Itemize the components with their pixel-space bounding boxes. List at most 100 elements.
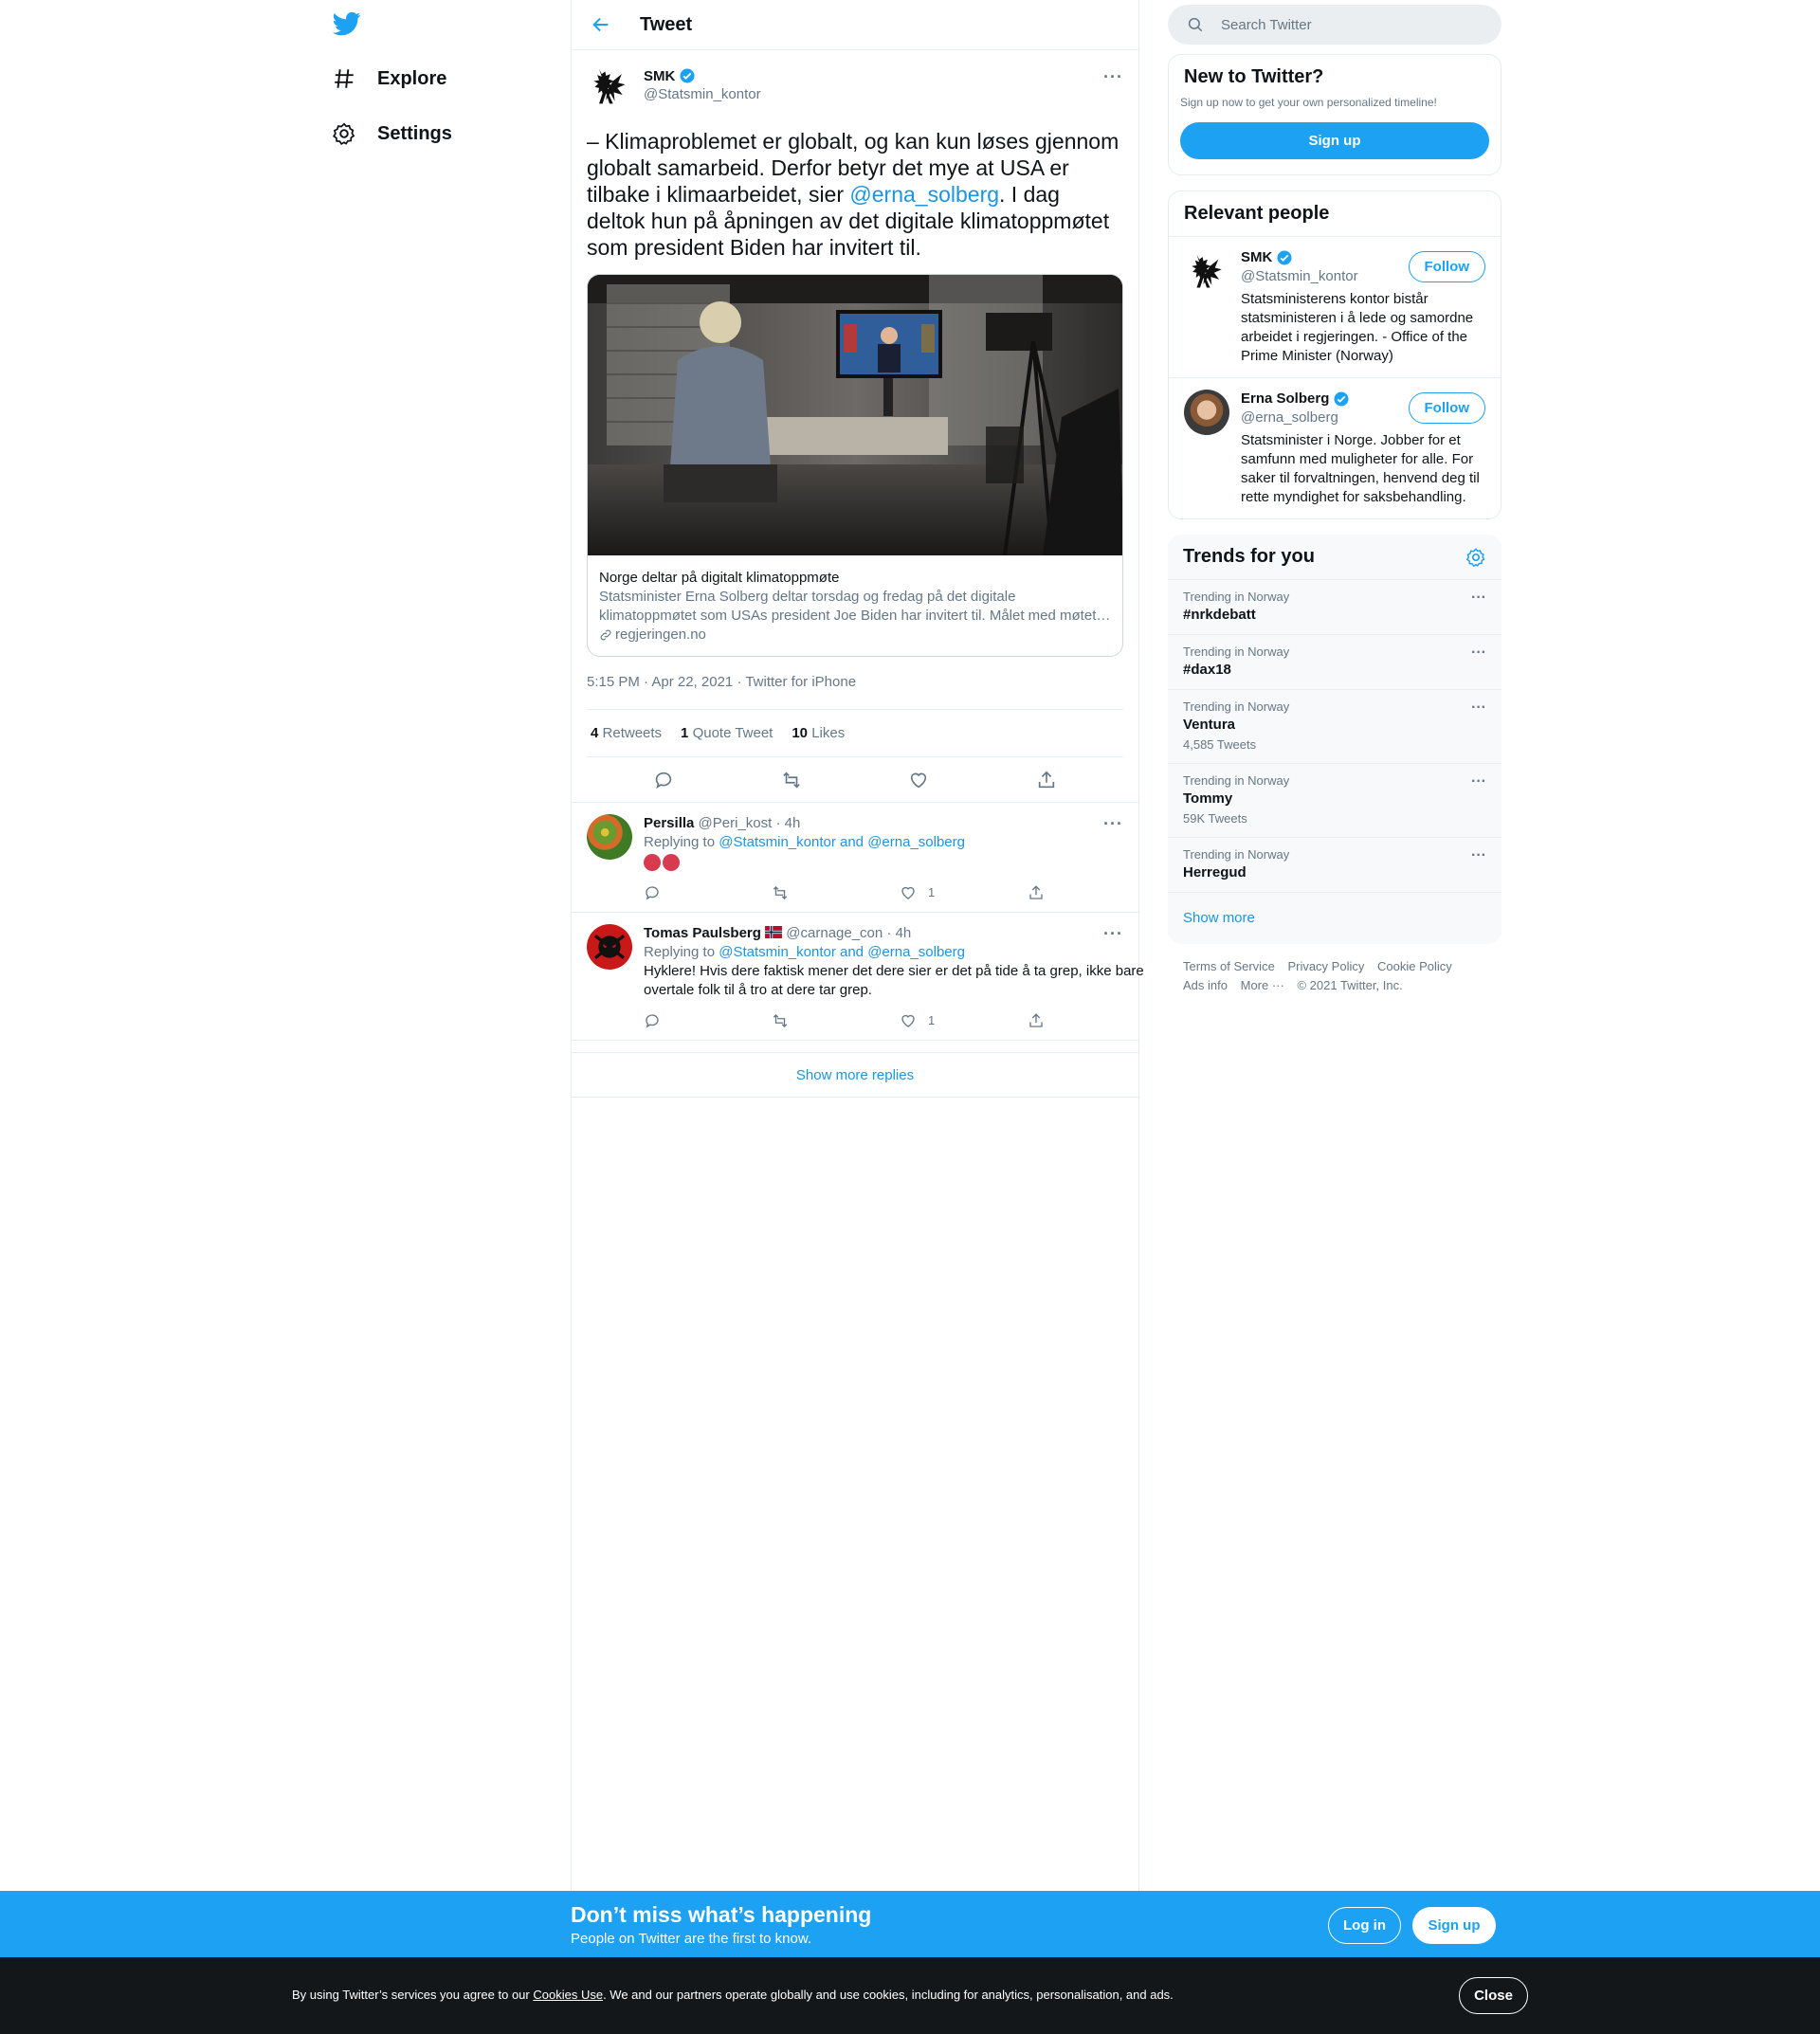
person-name[interactable]: SMK <box>1241 248 1272 267</box>
privacy-link[interactable]: Privacy Policy <box>1287 959 1364 973</box>
banner-signup-button[interactable]: Sign up <box>1412 1907 1496 1944</box>
person-avatar[interactable] <box>1184 248 1229 294</box>
more-options-icon[interactable]: ··· <box>1103 814 1123 834</box>
reply-icon[interactable] <box>644 1012 661 1029</box>
trend-item[interactable]: Trending in Norway #dax18 ··· <box>1168 634 1502 689</box>
new-to-twitter-box: New to Twitter? Sign up now to get your … <box>1168 54 1502 175</box>
reply-author-name[interactable]: Persilla <box>644 815 694 831</box>
back-arrow-icon[interactable] <box>591 14 611 35</box>
cookie-text: By using Twitter’s services you agree to… <box>292 1988 1174 2002</box>
trend-item[interactable]: Trending in Norway Herregud ··· <box>1168 837 1502 892</box>
person-cell[interactable]: SMK @Statsmin_kontor Statsministerens ko… <box>1169 236 1501 377</box>
terms-link[interactable]: Terms of Service <box>1183 959 1275 973</box>
trends-show-more[interactable]: Show more <box>1168 892 1502 944</box>
likes-label: Likes <box>811 725 846 741</box>
login-button[interactable]: Log in <box>1328 1907 1401 1944</box>
trend-item[interactable]: Trending in Norway Tommy 59K Tweets ··· <box>1168 763 1502 837</box>
cookie-policy-link[interactable]: Cookie Policy <box>1377 959 1452 973</box>
search-input[interactable]: Search Twitter <box>1168 5 1502 45</box>
trend-name: #dax18 <box>1183 662 1231 678</box>
card-description: Statsminister Erna Solberg deltar torsda… <box>599 589 1111 624</box>
twitter-logo-icon[interactable] <box>332 9 364 38</box>
card-link: regjeringen.no <box>599 626 1111 645</box>
nav-explore[interactable]: Explore <box>332 55 446 102</box>
more-options-icon[interactable]: ··· <box>1471 847 1486 864</box>
replying-to-links[interactable]: @Statsmin_kontor and @erna_solberg <box>719 944 965 960</box>
nav-settings-label: Settings <box>377 122 452 144</box>
follow-button[interactable]: Follow <box>1408 392 1485 424</box>
tweet-timestamp[interactable]: 5:15 PM · Apr 22, 2021 · Twitter for iPh… <box>587 657 1123 710</box>
like-icon[interactable] <box>900 1012 917 1029</box>
trend-item[interactable]: Trending in Norway #nrkdebatt ··· <box>1168 579 1502 634</box>
more-link[interactable]: More ··· <box>1241 978 1284 992</box>
follow-button[interactable]: Follow <box>1408 251 1485 282</box>
coat-of-arms-icon <box>593 68 626 104</box>
more-options-icon[interactable]: ··· <box>1103 924 1123 944</box>
retweet-icon[interactable] <box>781 770 802 790</box>
signup-banner: Don’t miss what’s happening People on Tw… <box>0 1891 1820 1957</box>
sign-up-button[interactable]: Sign up <box>1180 122 1489 159</box>
retweets-label: Retweets <box>602 725 663 741</box>
card-title: Norge deltar på digitalt klimatoppmøte <box>599 570 840 586</box>
reply-time[interactable]: · 4h <box>886 925 911 941</box>
more-options-icon[interactable]: ··· <box>1471 590 1486 607</box>
mention-link[interactable]: @erna_solberg <box>849 182 999 207</box>
close-cookie-button[interactable]: Close <box>1459 1977 1528 2014</box>
author-name[interactable]: SMK <box>644 67 761 84</box>
reply-actions: 1 <box>644 1011 1156 1030</box>
trend-count: 59K Tweets <box>1183 811 1247 826</box>
person-cell[interactable]: Erna Solberg @erna_solberg Statsminister… <box>1169 377 1501 518</box>
more-options-icon[interactable]: ··· <box>1471 699 1486 717</box>
skull-icon <box>593 935 626 959</box>
share-icon[interactable] <box>1028 1012 1045 1029</box>
retweet-icon[interactable] <box>772 1012 789 1029</box>
reply-time[interactable]: · 4h <box>775 815 800 831</box>
like-icon[interactable] <box>908 770 929 790</box>
author-handle[interactable]: @Statsmin_kontor <box>644 86 761 102</box>
quotes-label: Quote Tweet <box>692 725 774 741</box>
replying-to: Replying to @Statsmin_kontor and @erna_s… <box>644 833 1156 852</box>
verified-badge-icon <box>1334 391 1349 407</box>
reply-icon[interactable] <box>653 770 674 790</box>
new-to-twitter-title: New to Twitter? <box>1184 66 1324 87</box>
author-avatar[interactable] <box>587 64 632 109</box>
norway-flag-icon <box>765 926 783 938</box>
reply-tweet[interactable]: Tomas Paulsberg @carnage_con · 4h Replyi… <box>572 913 1144 1041</box>
coat-of-arms-icon <box>1192 254 1222 288</box>
reply-tweet[interactable]: Persilla @Peri_kost · 4h Replying to @St… <box>572 803 1138 913</box>
verified-badge-icon <box>1277 250 1292 265</box>
more-options-icon[interactable]: ··· <box>1103 67 1123 87</box>
person-name[interactable]: Erna Solberg <box>1241 390 1329 409</box>
more-options-icon[interactable]: ··· <box>1471 645 1486 662</box>
share-icon[interactable] <box>1036 770 1057 790</box>
reply-header: Persilla @Peri_kost · 4h <box>644 814 1156 833</box>
ads-info-link[interactable]: Ads info <box>1183 978 1228 992</box>
reply-icon[interactable] <box>644 884 661 901</box>
gear-icon[interactable] <box>1465 547 1486 568</box>
reply-author-name[interactable]: Tomas Paulsberg <box>644 925 761 941</box>
cookies-use-link[interactable]: Cookies Use <box>533 1988 603 2002</box>
likes-stat[interactable]: 10 Likes <box>792 725 845 741</box>
page-title: Tweet <box>640 13 693 35</box>
reply-avatar[interactable] <box>587 814 632 860</box>
trend-item[interactable]: Trending in Norway Ventura 4,585 Tweets … <box>1168 689 1502 763</box>
nav-settings[interactable]: Settings <box>332 110 452 157</box>
quotes-count: 1 <box>681 725 689 741</box>
more-options-icon[interactable]: ··· <box>1471 773 1486 790</box>
author-name-text: SMK <box>644 67 676 84</box>
replying-to-links[interactable]: @Statsmin_kontor and @erna_solberg <box>719 834 965 850</box>
quotes-stat[interactable]: 1 Quote Tweet <box>681 725 773 741</box>
retweets-stat[interactable]: 4 Retweets <box>591 725 662 741</box>
trend-name: #nrkdebatt <box>1183 607 1256 623</box>
retweet-icon[interactable] <box>772 884 789 901</box>
share-icon[interactable] <box>1028 884 1045 901</box>
person-avatar[interactable] <box>1184 390 1229 435</box>
like-icon[interactable] <box>900 884 917 901</box>
link-card[interactable]: Norge deltar på digitalt klimatoppmøte S… <box>587 274 1123 657</box>
copyright-text: © 2021 Twitter, Inc. <box>1297 978 1403 992</box>
show-more-replies-button[interactable]: Show more replies <box>572 1052 1138 1098</box>
reply-author-handle[interactable]: @Peri_kost <box>699 815 773 831</box>
banner-subtitle: People on Twitter are the first to know. <box>571 1931 812 1947</box>
reply-avatar[interactable] <box>587 924 632 970</box>
reply-author-handle[interactable]: @carnage_con <box>786 925 883 941</box>
